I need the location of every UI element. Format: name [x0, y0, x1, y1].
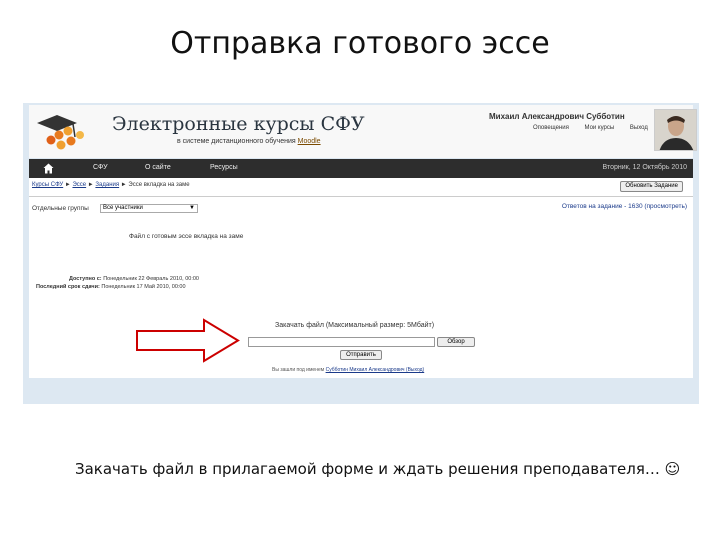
site-subtitle-text: в системе дистанционного обучения	[177, 138, 296, 145]
due-value: Понедельник 17 Май 2010, 00:00	[101, 284, 186, 290]
breadcrumb-current: Эссе вкладка на заме	[128, 182, 190, 188]
user-link-notifications[interactable]: Оповещения	[533, 125, 569, 131]
groups-select-value: Все участники	[103, 205, 143, 211]
answers-link[interactable]: Ответов на задание - 1630 (просмотреть)	[562, 203, 687, 210]
task-description: Файл с готовым эссе вкладка на заме	[129, 233, 244, 240]
available-value: Понедельник 22 Февраль 2010, 00:00	[103, 276, 199, 282]
available-label: Доступно с:	[69, 276, 102, 282]
user-links: Оповещения Мои курсы Выход	[533, 125, 662, 131]
logged-in-prefix: Вы зашли под именем	[272, 367, 325, 373]
graduation-cap-molecule-icon	[37, 115, 84, 150]
site-header: Электронные курсы СФУ в системе дистанци…	[29, 105, 697, 158]
breadcrumb-courses[interactable]: Курсы СФУ	[32, 182, 63, 188]
due-label: Последний срок сдачи:	[36, 284, 100, 290]
send-button[interactable]: Отправить	[340, 350, 382, 360]
chevron-down-icon: ▼	[189, 205, 195, 211]
nav-item-resources[interactable]: Ресурсы	[210, 164, 238, 171]
user-link-logout[interactable]: Выход	[630, 125, 648, 131]
breadcrumb: Курсы СФУ ► Эссе ► Задания ► Эссе вкладк…	[32, 182, 190, 188]
breadcrumb-course[interactable]: Эссе	[72, 182, 86, 188]
current-date: Вторник, 12 Октябрь 2010	[602, 164, 687, 171]
home-icon[interactable]	[43, 163, 54, 174]
slide-title: Отправка готового эссе	[170, 26, 550, 61]
moodle-screenshot: Электронные курсы СФУ в системе дистанци…	[23, 103, 699, 404]
avatar[interactable]	[654, 109, 697, 151]
nav-item-about[interactable]: О сайте	[145, 164, 171, 171]
due-date: Последний срок сдачи: Понедельник 17 Май…	[36, 284, 186, 290]
logged-in-info: Вы зашли под именем Субботин Михаил Алек…	[272, 367, 424, 373]
user-name: Михаил Александрович Субботин	[489, 112, 625, 121]
upload-label: Закачать файл (Максимальный размер: 5Мба…	[275, 322, 435, 329]
site-subtitle: в системе дистанционного обучения Moodle	[177, 138, 321, 145]
breadcrumb-assignments[interactable]: Задания	[95, 182, 119, 188]
groups-select[interactable]: Все участники ▼	[100, 204, 198, 213]
main-navbar: СФУ О сайте Ресурсы Вторник, 12 Октябрь …	[29, 159, 693, 178]
file-input[interactable]	[248, 337, 435, 347]
user-link-my-courses[interactable]: Мои курсы	[585, 125, 615, 131]
assignment-content: Курсы СФУ ► Эссе ► Задания ► Эссе вкладк…	[29, 178, 693, 378]
moodle-link[interactable]: Moodle	[298, 138, 321, 145]
update-assignment-button[interactable]: Обновить Задание	[620, 181, 683, 192]
browse-button[interactable]: Обзор	[437, 337, 475, 347]
red-arrow-icon	[136, 318, 240, 363]
site-name: Электронные курсы СФУ	[112, 113, 365, 135]
groups-label: Отдельные группы	[32, 205, 89, 212]
logged-in-user-link[interactable]: Субботин Михаил Александрович (Выход)	[326, 367, 425, 373]
nav-item-sfu[interactable]: СФУ	[93, 164, 108, 171]
slide-caption: Закачать файл в прилагаемой форме и ждат…	[75, 460, 681, 478]
divider	[29, 196, 693, 197]
available-from: Доступно с: Понедельник 22 Февраль 2010,…	[69, 276, 199, 282]
